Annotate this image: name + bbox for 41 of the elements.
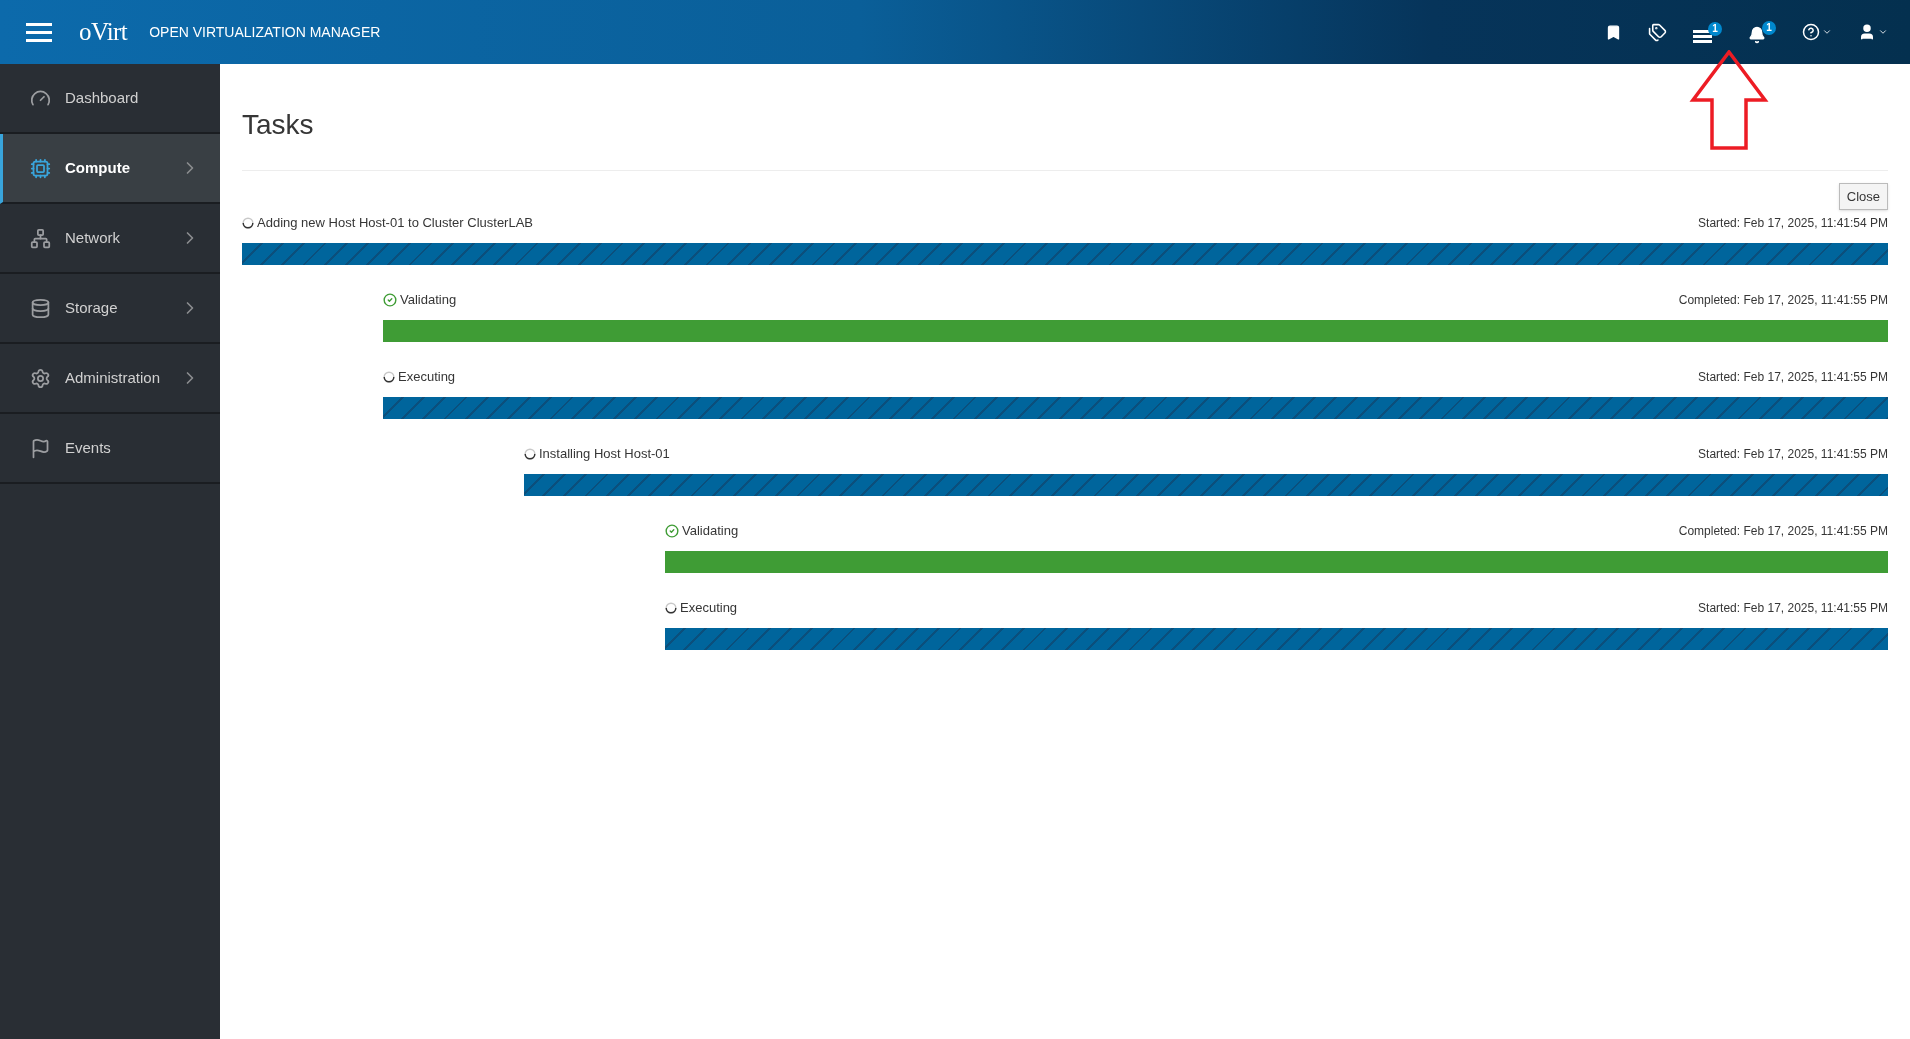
check-circle-icon [665,524,679,538]
caret-icon [1822,27,1832,37]
nav-item[interactable]: Compute [0,134,220,204]
help-icon [1802,23,1820,41]
task-time: Completed: Feb 17, 2025, 11:41:55 PM [1678,523,1888,540]
task-time: Started: Feb 17, 2025, 11:41:55 PM [1698,446,1888,463]
database-icon [30,297,51,319]
count-badge: 1 [1708,21,1722,36]
count-badge: 1 [1762,20,1776,35]
gear-icon [30,367,51,389]
spinner-icon [665,602,677,614]
product-title: OPEN VIRTUALIZATION MANAGER [149,22,381,42]
task-time: Started: Feb 17, 2025, 11:41:54 PM [1698,215,1888,232]
check-circle-icon [383,293,397,307]
spinner-icon [524,448,536,460]
spinner-icon [242,217,254,229]
task-time: Completed: Feb 17, 2025, 11:41:55 PM [1678,292,1888,309]
menu-button[interactable] [26,22,52,42]
user-menu[interactable] [1858,23,1888,41]
task-label: Validating [400,291,457,310]
user-icon [1858,23,1876,41]
task-label: Adding new Host Host-01 to Cluster ClusterLAB [257,214,533,233]
task-time: Started: Feb 17, 2025, 11:41:55 PM [1698,600,1888,617]
tasks-button[interactable]: 1 [1693,21,1722,43]
page-title: Tasks [242,104,1888,171]
task-label: Executing [398,368,456,387]
help-menu[interactable] [1802,23,1832,41]
bookmark-icon[interactable] [1605,23,1622,41]
tags-icon[interactable] [1648,22,1667,42]
task-label: Installing Host Host-01 [539,445,670,464]
task-time: Started: Feb 17, 2025, 11:41:55 PM [1698,369,1888,386]
chip-icon [30,157,51,179]
brand-logo: oVirt [79,17,128,48]
network-icon [30,227,51,249]
task-label: Executing [680,599,738,618]
caret-icon [1878,27,1888,37]
task-label: Validating [682,522,739,541]
close-button[interactable]: Close [1838,183,1888,210]
notifications-button[interactable]: 1 [1748,20,1776,44]
spinner-icon [383,371,395,383]
flag-icon [30,437,51,459]
